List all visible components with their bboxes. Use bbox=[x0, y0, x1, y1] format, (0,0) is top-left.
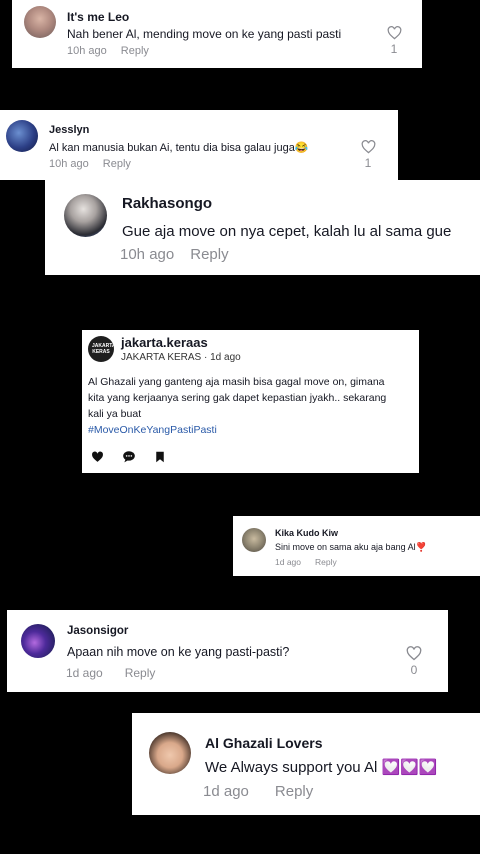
comment-text: We Always support you Al 💟💟💟 bbox=[205, 759, 438, 776]
avatar[interactable] bbox=[149, 732, 191, 774]
comment-meta: 1d ago Reply bbox=[66, 666, 169, 680]
comment-username[interactable]: Kika Kudo Kiw bbox=[275, 528, 338, 538]
post-card: JAKARTA KERAS jakarta.keraas JAKARTA KER… bbox=[82, 330, 419, 473]
like-count: 0 bbox=[410, 663, 418, 677]
post-caption-line: kali ya buat bbox=[88, 408, 142, 420]
comment-card: Al Ghazali Lovers We Always support you … bbox=[132, 713, 480, 815]
comment-card: Jasonsigor Apaan nih move on ke yang pas… bbox=[7, 610, 448, 692]
comment-card: Jesslyn Al kan manusia bukan Ai, tentu d… bbox=[0, 110, 398, 180]
avatar[interactable] bbox=[64, 194, 107, 237]
comment-username[interactable]: Al Ghazali Lovers bbox=[205, 735, 322, 751]
comment-meta: 1d ago Reply bbox=[275, 557, 351, 567]
comment-username[interactable]: Jesslyn bbox=[49, 124, 89, 136]
avatar[interactable] bbox=[21, 624, 55, 658]
reply-button[interactable]: Reply bbox=[190, 246, 228, 263]
post-subtitle: JAKARTA KERAS · 1d ago bbox=[121, 352, 241, 363]
comment-time: 1d ago bbox=[203, 783, 249, 800]
post-avatar-logo: JAKARTA KERAS bbox=[92, 343, 114, 355]
avatar[interactable] bbox=[24, 6, 56, 38]
comment-time: 1d ago bbox=[66, 666, 103, 680]
heart-icon bbox=[406, 646, 422, 661]
heart-icon bbox=[387, 26, 401, 40]
comment-time: 1d ago bbox=[275, 557, 301, 567]
comment-meta: 10h ago Reply bbox=[67, 45, 163, 57]
reply-button[interactable]: Reply bbox=[103, 158, 131, 170]
post-caption-line: kita yang kerjaanya sering gak dapet kep… bbox=[88, 392, 387, 404]
comment-time: 10h ago bbox=[49, 158, 89, 170]
reply-button[interactable]: Reply bbox=[275, 783, 313, 800]
avatar[interactable] bbox=[6, 120, 38, 152]
avatar[interactable] bbox=[242, 528, 266, 552]
bookmark-icon[interactable] bbox=[155, 451, 165, 463]
comment-text: Nah bener Al, mending move on ke yang pa… bbox=[67, 27, 342, 41]
post-hashtag[interactable]: #MoveOnKeYangPastiPasti bbox=[88, 424, 217, 436]
comment-meta: 10h ago Reply bbox=[49, 158, 145, 170]
like-button[interactable]: 1 bbox=[384, 26, 404, 56]
reply-button[interactable]: Reply bbox=[315, 557, 337, 567]
heart-icon bbox=[361, 140, 375, 154]
comment-text: Al kan manusia bukan Ai, tentu dia bisa … bbox=[49, 142, 309, 154]
like-count: 1 bbox=[364, 156, 372, 170]
like-button[interactable]: 1 bbox=[358, 140, 378, 170]
comment-username[interactable]: Jasonsigor bbox=[67, 625, 128, 637]
like-button[interactable]: 0 bbox=[404, 646, 424, 677]
post-caption-line: Al Ghazali yang ganteng aja masih bisa g… bbox=[88, 376, 385, 388]
reply-button[interactable]: Reply bbox=[121, 45, 149, 57]
comment-card: Rakhasongo Gue aja move on nya cepet, ka… bbox=[45, 180, 480, 275]
comment-username[interactable]: It's me Leo bbox=[67, 10, 129, 24]
post-avatar[interactable]: JAKARTA KERAS bbox=[88, 336, 114, 362]
comment-card: It's me Leo Nah bener Al, mending move o… bbox=[12, 0, 422, 68]
heart-icon[interactable] bbox=[91, 451, 104, 463]
reply-button[interactable]: Reply bbox=[125, 666, 156, 680]
like-count: 1 bbox=[390, 42, 398, 56]
comment-time: 10h ago bbox=[67, 45, 107, 57]
comment-username[interactable]: Rakhasongo bbox=[122, 195, 212, 212]
comment-icon[interactable] bbox=[122, 450, 136, 463]
comment-text: Gue aja move on nya cepet, kalah lu al s… bbox=[122, 223, 452, 240]
comment-card: Kika Kudo Kiw Sini move on sama aku aja … bbox=[233, 516, 480, 576]
comment-text: Sini move on sama aku aja bang Al❣️ bbox=[275, 542, 427, 552]
comment-text: Apaan nih move on ke yang pasti-pasti? bbox=[67, 645, 290, 659]
comment-meta: 1d ago Reply bbox=[203, 783, 327, 800]
comment-time: 10h ago bbox=[120, 246, 175, 263]
comment-meta: 10h ago Reply bbox=[120, 246, 243, 263]
post-username[interactable]: jakarta.keraas bbox=[121, 335, 208, 350]
